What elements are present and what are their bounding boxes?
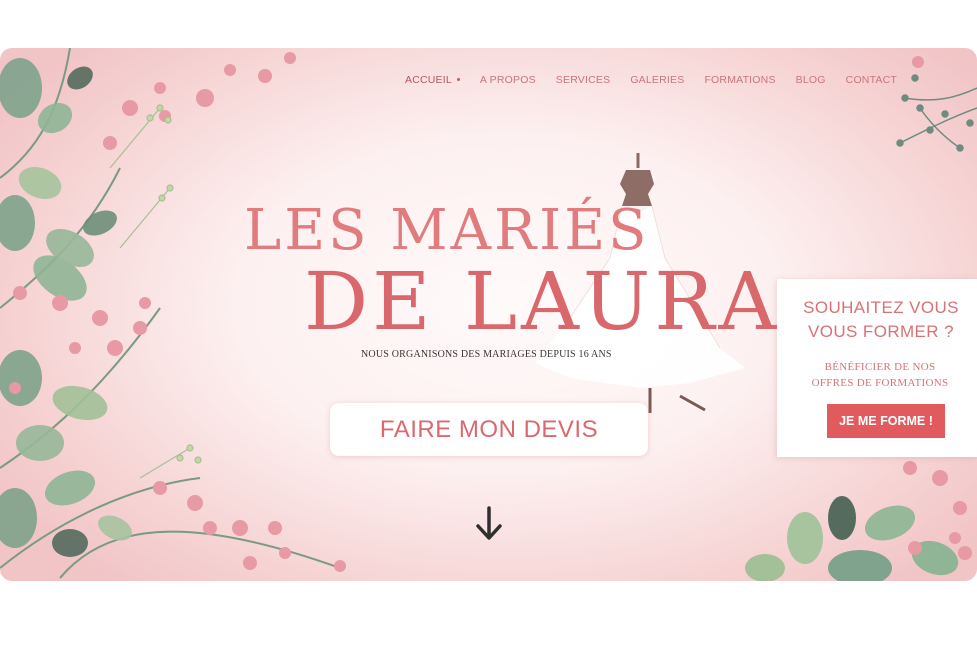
nav-item-blog[interactable]: BLOG [796,74,826,86]
promo-text-line-1: BÉNÉFICIER DE NOS [824,361,936,373]
training-promo-card: SOUHAITEZ VOUS VOUS FORMER ? BÉNÉFICIER D… [777,279,977,457]
quote-button[interactable]: FAIRE MON DEVIS [330,403,648,456]
nav-item-contact[interactable]: CONTACT [846,74,897,86]
nav-item-a-propos[interactable]: A PROPOS [480,74,536,86]
site-title-line-1: LES MARIÉS [244,198,650,263]
nav-item-galeries[interactable]: GALERIES [630,74,684,86]
nav-item-label: ACCUEIL [405,74,452,86]
promo-text: BÉNÉFICIER DE NOS OFFRES DE FORMATIONS [777,359,977,391]
nav-item-formations[interactable]: FORMATIONS [704,74,775,86]
promo-heading-line-1: SOUHAITEZ VOUS [803,298,959,317]
training-button[interactable]: JE ME FORME ! [827,404,945,438]
promo-text-line-2: OFFRES DE FORMATIONS [811,377,949,389]
hero-subtitle: NOUS ORGANISONS DES MARIAGES DEPUIS 16 A… [361,349,612,360]
nav-item-accueil[interactable]: ACCUEIL [405,74,460,86]
nav-item-services[interactable]: SERVICES [556,74,611,86]
promo-heading-line-2: VOUS FORMER ? [808,322,954,341]
hero-section: ACCUEIL A PROPOS SERVICES GALERIES FORMA… [0,48,977,581]
main-nav: ACCUEIL A PROPOS SERVICES GALERIES FORMA… [405,74,917,86]
arrow-down-icon[interactable] [474,504,504,544]
active-indicator-dot [456,77,460,81]
promo-heading: SOUHAITEZ VOUS VOUS FORMER ? [777,296,977,344]
site-title-line-2: DE LAURA [304,255,781,348]
